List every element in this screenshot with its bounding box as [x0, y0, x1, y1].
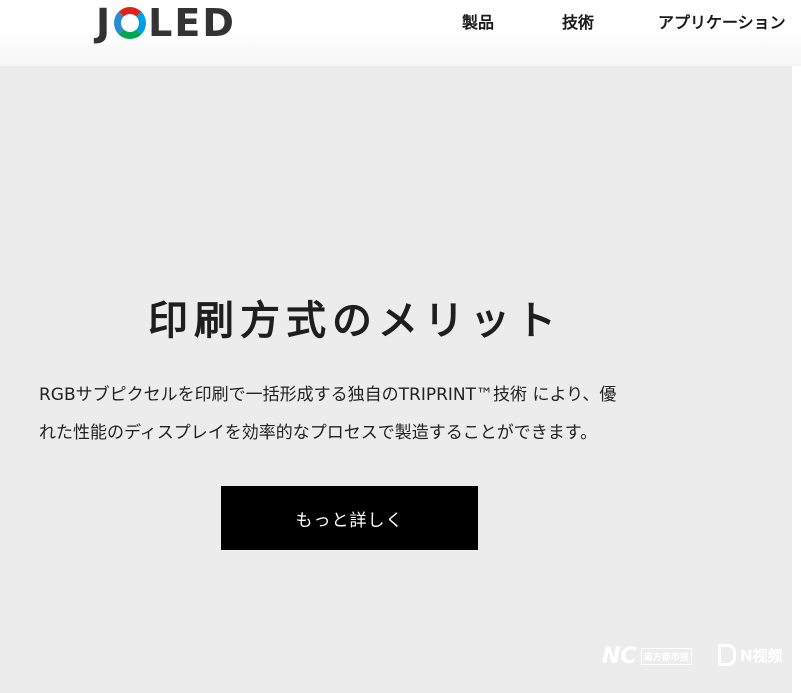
nav-item-applications[interactable]: アプリケーション: [658, 9, 786, 33]
logo-ring-icon: [114, 7, 147, 39]
logo-letter-j: J: [96, 1, 113, 45]
logo-letters-led: LED: [148, 1, 236, 45]
hero-description: RGBサブピクセルを印刷で一括形成する独自のTRIPRINT™技術 により、優 …: [39, 376, 679, 452]
watermark-nvideo: N视频: [718, 644, 783, 666]
nvideo-logo-icon: [718, 644, 736, 666]
site-header: J LED 製品 技術 アプリケーション: [0, 0, 801, 66]
watermark-nc-text: NC: [602, 644, 637, 669]
joled-logo[interactable]: J LED: [96, 1, 236, 45]
main-nav: 製品 技術 アプリケーション: [462, 9, 786, 33]
description-line-1: RGBサブピクセルを印刷で一括形成する独自のTRIPRINT™技術 により、優: [39, 385, 617, 405]
hero-title: 印刷方式のメリット: [148, 297, 562, 344]
nav-item-technology[interactable]: 技術: [562, 9, 658, 33]
watermark-nvideo-text: N视频: [740, 646, 783, 665]
page-edge: [792, 66, 801, 693]
nav-item-products[interactable]: 製品: [462, 9, 562, 33]
description-line-2: れた性能のディスプレイを効率的なプロセスで製造することができます。: [39, 423, 598, 443]
watermark-nandu-tag: 南方都市报: [640, 648, 692, 665]
learn-more-button[interactable]: もっと詳しく: [221, 486, 478, 550]
watermark-nandu: NC 南方都市报: [602, 644, 692, 669]
